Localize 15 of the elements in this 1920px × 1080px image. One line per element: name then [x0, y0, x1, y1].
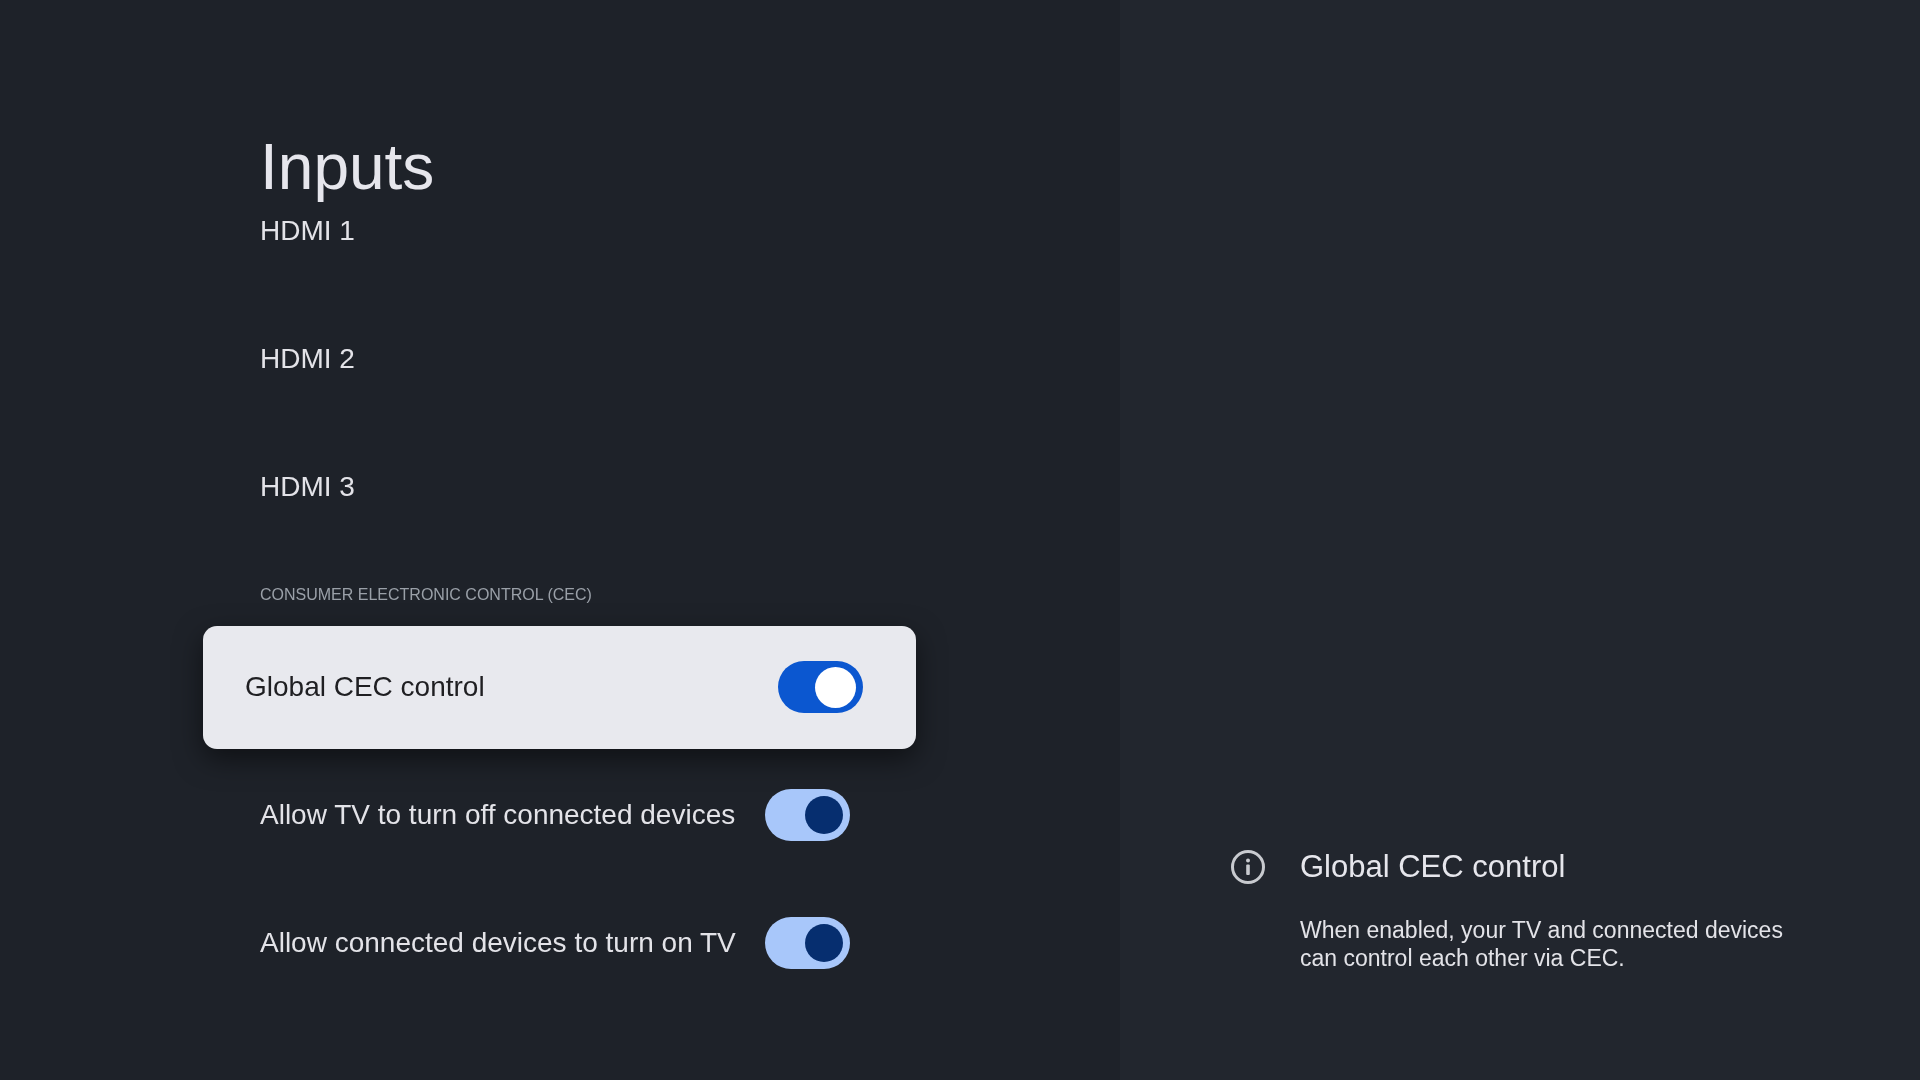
toggle-switch[interactable]: [778, 661, 863, 713]
toggle-switch[interactable]: [765, 789, 850, 841]
info-title: Global CEC control: [1300, 848, 1566, 886]
setting-label[interactable]: Allow TV to turn off connected devices: [260, 798, 736, 832]
info-icon: [1231, 850, 1265, 884]
input-item[interactable]: HDMI 2: [260, 342, 355, 376]
info-description: When enabled, your TV and connected devices can control each other via CEC.: [1300, 916, 1784, 972]
section-heading: CONSUMER ELECTRONIC CONTROL (CEC): [260, 586, 592, 603]
input-item[interactable]: HDMI 3: [260, 470, 355, 504]
setting-label[interactable]: Allow connected devices to turn on TV: [260, 926, 736, 960]
input-item[interactable]: HDMI 1: [260, 214, 355, 248]
setting-label: Global CEC control: [245, 670, 485, 704]
page-title: Inputs: [260, 131, 435, 203]
focused-setting-row[interactable]: Global CEC control: [203, 625, 916, 749]
toggle-switch[interactable]: [765, 917, 850, 969]
